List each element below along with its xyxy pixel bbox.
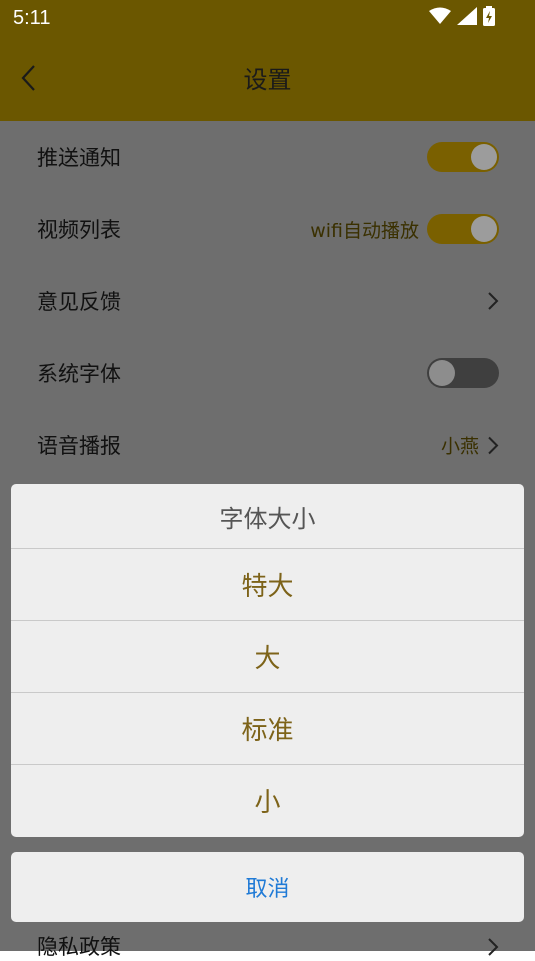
font-size-option-small[interactable]: 小 <box>11 765 524 836</box>
font-size-sheet: 字体大小 特大 大 标准 小 <box>11 484 524 837</box>
wifi-icon <box>429 7 451 29</box>
app-bar: 设置 <box>0 36 535 121</box>
push-notification-toggle[interactable] <box>427 142 499 172</box>
setting-label: 推送通知 <box>37 146 121 170</box>
status-bar: 5:11 <box>0 0 535 36</box>
battery-charging-icon <box>483 6 495 30</box>
page-title: 设置 <box>243 66 292 94</box>
setting-row-feedback[interactable]: 意见反馈 <box>0 265 535 337</box>
font-size-option-standard[interactable]: 标准 <box>11 693 524 765</box>
status-time: 5:11 <box>13 7 51 29</box>
font-size-option-extra-large[interactable]: 特大 <box>11 549 524 621</box>
chevron-right-icon <box>487 435 499 455</box>
setting-label: 系统字体 <box>37 362 121 386</box>
setting-row-video-list: 视频列表 wifi自动播放 <box>0 193 535 265</box>
setting-row-voice-broadcast[interactable]: 语音播报 小燕 <box>0 409 535 481</box>
font-size-option-large[interactable]: 大 <box>11 621 524 693</box>
video-autoplay-toggle[interactable] <box>427 214 499 244</box>
system-font-toggle[interactable] <box>427 358 499 388</box>
setting-row-push-notifications: 推送通知 <box>0 121 535 193</box>
status-icons <box>429 6 495 30</box>
setting-label: 隐私政策 <box>37 935 121 959</box>
setting-value: 小燕 <box>440 435 479 458</box>
chevron-right-icon <box>487 937 499 961</box>
cancel-button[interactable]: 取消 <box>11 852 524 922</box>
setting-label: 视频列表 <box>37 218 121 242</box>
chevron-right-icon <box>487 291 499 311</box>
setting-value: wifi自动播放 <box>310 219 419 242</box>
setting-row-system-font: 系统字体 <box>0 337 535 409</box>
setting-label: 意见反馈 <box>37 290 121 314</box>
signal-icon <box>457 7 477 29</box>
setting-row-privacy-policy[interactable]: 隐私政策 <box>0 925 535 959</box>
sheet-title: 字体大小 <box>11 484 524 549</box>
setting-label: 语音播报 <box>37 434 121 458</box>
